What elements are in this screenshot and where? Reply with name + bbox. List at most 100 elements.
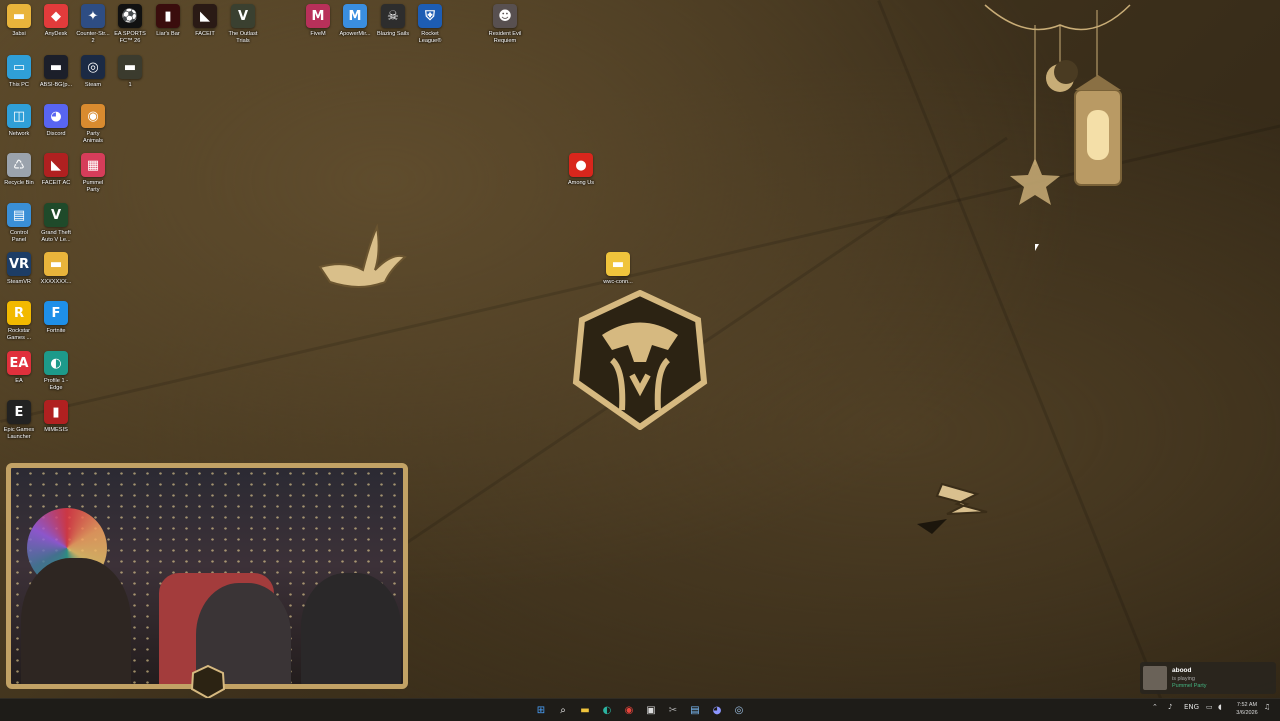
edge-icon[interactable]: ◐ <box>599 702 615 718</box>
microphone-icon[interactable]: ♪ <box>1168 703 1172 711</box>
desktop-icon-label: EA <box>15 378 23 384</box>
desktop-icon[interactable]: ▤ Control Panel <box>0 203 38 244</box>
recycle-bin-icon: ♺ <box>7 153 31 177</box>
clock[interactable]: 7:52 AM 3/6/2026 <box>1232 701 1262 717</box>
party-animals-icon: ◉ <box>81 104 105 128</box>
image-file-icon: ▬ <box>118 55 142 79</box>
resident-evil-icon: ☻ <box>493 4 517 28</box>
folder-icon: ▬ <box>44 252 68 276</box>
desktop-icon-label: 3absi <box>12 31 26 37</box>
steam-icon[interactable]: ◎ <box>731 702 747 718</box>
notification-avatar <box>1143 666 1167 690</box>
activity-notification[interactable]: abood is playing Pummel Party <box>1140 662 1276 694</box>
desktop-icon[interactable]: ◕ Discord <box>37 104 75 138</box>
desktop-icon[interactable]: ▬ ABSI-BG(p... <box>37 55 75 89</box>
desktop-icon[interactable]: ◣ FACEIT <box>186 4 224 38</box>
faceit-icon: ◣ <box>193 4 217 28</box>
desktop-icon-label: ABSI-BG(p... <box>39 82 73 88</box>
desktop-icon[interactable]: V Grand Theft Auto V Le... <box>37 203 75 244</box>
desktop-icon-label: Pummel Party <box>82 180 104 193</box>
desktop-icon[interactable]: ◉ Party Animals <box>74 104 112 145</box>
rocket-league-icon: ⛨ <box>418 4 442 28</box>
chrome-icon[interactable]: ◉ <box>621 702 637 718</box>
mimesis-icon: ▮ <box>44 400 68 424</box>
desktop-icon[interactable]: V The Outlast Trials <box>224 4 262 45</box>
desktop-icon[interactable]: ▬ 3absi <box>0 4 38 38</box>
desktop-icon[interactable]: ● Among Us <box>562 153 600 187</box>
desktop-icon-label: Counter-Str... 2 <box>76 31 110 44</box>
desktop-icon-label: Profile 1 - Edge <box>44 378 68 391</box>
volume-icon[interactable]: ◖ <box>1218 703 1222 711</box>
image-file-icon: ▬ <box>44 55 68 79</box>
epic-games-icon: E <box>7 400 31 424</box>
desktop-icon[interactable]: M ApowerMir... <box>336 4 374 38</box>
edge-icon: ◐ <box>44 351 68 375</box>
search-icon[interactable]: ⌕ <box>555 702 571 718</box>
faceit-ac-icon: ◣ <box>44 153 68 177</box>
desktop-icon[interactable]: M FiveM <box>299 4 337 38</box>
notifications-bell-icon[interactable]: ♫ <box>1264 703 1270 711</box>
discord-icon: ◕ <box>44 104 68 128</box>
notepad-icon[interactable]: ▤ <box>687 702 703 718</box>
among-us-icon: ● <box>569 153 593 177</box>
desktop-icon[interactable]: E Epic Games Launcher <box>0 400 38 441</box>
ea-fc-icon: ⚽ <box>118 4 142 28</box>
desktop-icon[interactable]: ◣ FACEIT AC <box>37 153 75 187</box>
desktop-icon-label: Liar's Bar <box>156 31 180 37</box>
desktop-icon-label: XXXXXXX... <box>40 279 72 285</box>
desktop-icon[interactable]: ◆ AnyDesk <box>37 4 75 38</box>
windows-start-icon[interactable]: ⊞ <box>533 702 549 718</box>
desktop-icon-label: Grand Theft Auto V Le... <box>41 230 71 243</box>
apowermirror-icon: M <box>343 4 367 28</box>
desktop-icon[interactable]: F Fortnite <box>37 301 75 335</box>
desktop-icon[interactable]: ☠ Blazing Sails <box>374 4 412 38</box>
desktop-icon[interactable]: ▮ Liar's Bar <box>149 4 187 38</box>
desktop-icon[interactable]: ✦ Counter-Str... 2 <box>74 4 112 45</box>
pummel-party-icon: ▦ <box>81 153 105 177</box>
desktop-icon-label: 1 <box>128 82 132 88</box>
person-right <box>301 573 401 684</box>
notification-user: abood <box>1172 667 1192 674</box>
desktop-icon[interactable]: ◫ Network <box>0 104 38 138</box>
desktop-icon[interactable]: ▭ This PC <box>0 55 38 89</box>
folder-icon: ▬ <box>606 252 630 276</box>
folder-icon: ▬ <box>7 4 31 28</box>
desktop-icon[interactable]: ◎ Steam <box>74 55 112 89</box>
ea-icon: EA <box>7 351 31 375</box>
fortnite-icon: F <box>44 301 68 325</box>
crown-emblem <box>318 223 407 288</box>
desktop[interactable]: ▬ 3absi ◆ AnyDesk ✦ Counter-Str... 2 ⚽ EA SPORT… <box>0 0 1280 698</box>
outlast-trials-icon: V <box>231 4 255 28</box>
desktop-icon[interactable]: ☻ Resident Evil Requiem <box>486 4 524 45</box>
desktop-icon-label: FACEIT AC <box>41 180 71 186</box>
tray-chevron-icon[interactable]: ⌃ <box>1152 703 1158 711</box>
desktop-icon[interactable]: ▬ wwc-conn... <box>599 252 637 286</box>
desktop-icon[interactable]: ▬ XXXXXXX... <box>37 252 75 286</box>
desktop-icon[interactable]: R Rockstar Games ... <box>0 301 38 342</box>
network-tray-icon[interactable]: ▭ <box>1206 703 1213 711</box>
desktop-icon[interactable]: EA EA <box>0 351 38 385</box>
desktop-icon-label: This PC <box>9 82 29 88</box>
webcam-overlay <box>6 463 408 689</box>
snipping-tool-icon[interactable]: ✂ <box>665 702 681 718</box>
store-icon[interactable]: ▣ <box>643 702 659 718</box>
desktop-icon-label: Epic Games Launcher <box>3 427 35 440</box>
desktop-icon[interactable]: ▬ 1 <box>111 55 149 89</box>
desktop-icon-label: Resident Evil Requiem <box>488 31 522 44</box>
desktop-icon[interactable]: ⚽ EA SPORTS FC™ 26 <box>111 4 149 45</box>
anydesk-icon: ◆ <box>44 4 68 28</box>
discord-icon[interactable]: ◕ <box>709 702 725 718</box>
language-indicator[interactable]: ENG <box>1184 703 1199 711</box>
desktop-icon[interactable]: VR SteamVR <box>0 252 38 286</box>
desktop-icon[interactable]: ♺ Recycle Bin <box>0 153 38 187</box>
desktop-icon[interactable]: ⛨ Rocket League® <box>411 4 449 45</box>
network-icon: ◫ <box>7 104 31 128</box>
desktop-icon[interactable]: ▦ Pummel Party <box>74 153 112 194</box>
file-explorer-icon[interactable]: ▬ <box>577 702 593 718</box>
arrow-emblem <box>917 482 988 534</box>
desktop-icon[interactable]: ◐ Profile 1 - Edge <box>37 351 75 392</box>
desktop-icon[interactable]: ▮ MIMESIS <box>37 400 75 434</box>
desktop-icon-label: Rockstar Games ... <box>6 328 32 341</box>
desktop-icon-label: SteamVR <box>7 279 31 285</box>
desktop-icon-label: Discord <box>46 131 66 137</box>
